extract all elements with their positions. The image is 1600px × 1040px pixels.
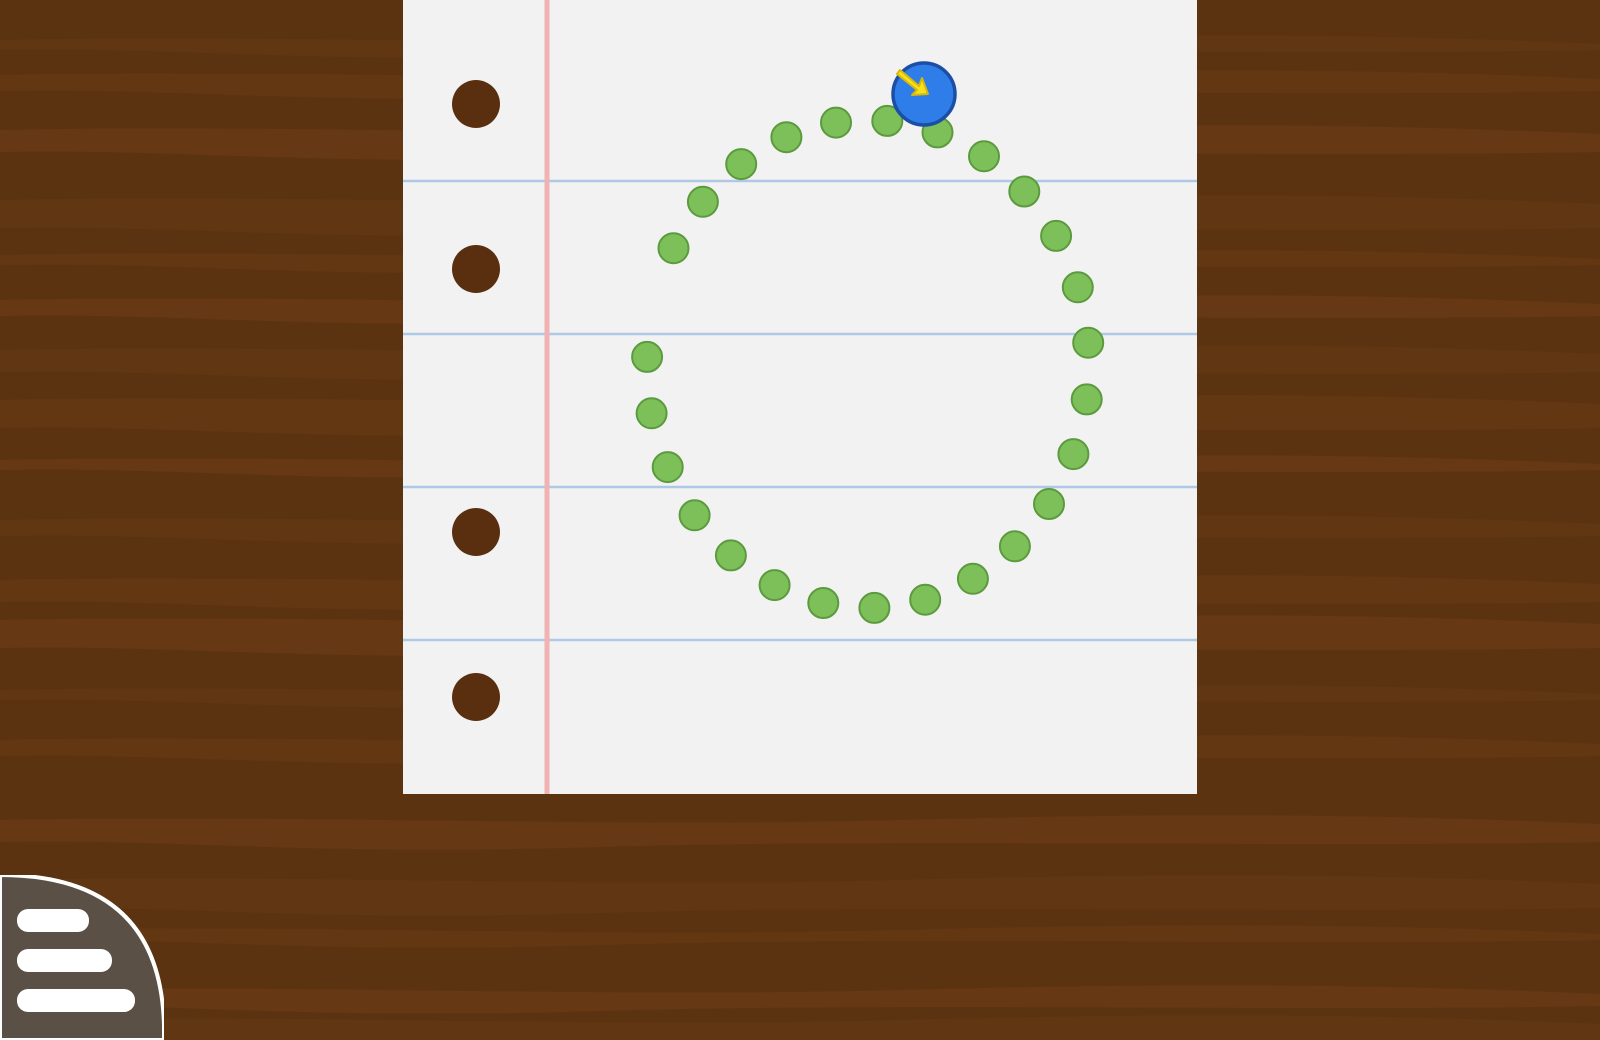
trace-dot[interactable] [1057, 438, 1090, 471]
punch-hole [452, 80, 500, 128]
punch-hole [452, 508, 500, 556]
trace-dot[interactable] [635, 397, 668, 430]
trace-dot[interactable] [1040, 219, 1073, 252]
trace-dot[interactable] [956, 562, 989, 595]
trace-dot[interactable] [1070, 383, 1103, 416]
trace-dot[interactable] [714, 539, 747, 572]
trace-dot[interactable] [1008, 175, 1041, 208]
game-canvas [0, 0, 1600, 1040]
trace-dot[interactable] [686, 185, 719, 218]
trace-dot[interactable] [770, 121, 803, 154]
trace-dot[interactable] [858, 591, 891, 624]
trace-dot[interactable] [1072, 326, 1105, 359]
trace-dot[interactable] [909, 583, 942, 616]
punch-hole [452, 673, 500, 721]
trace-dot[interactable] [807, 587, 840, 619]
punch-hole [452, 245, 500, 293]
trace-dot[interactable] [758, 569, 791, 602]
trace-dot[interactable] [998, 530, 1031, 563]
menu-button[interactable] [0, 872, 166, 1040]
trace-dot[interactable] [651, 451, 684, 484]
trace-dot[interactable] [968, 140, 1000, 173]
trace-dot[interactable] [1033, 488, 1065, 520]
trace-dot[interactable] [657, 232, 690, 265]
trace-dot[interactable] [678, 499, 711, 532]
trace-dot[interactable] [1061, 271, 1094, 304]
trace-dot[interactable] [631, 340, 664, 373]
game-stage [0, 0, 1600, 1040]
start-dot[interactable] [891, 61, 957, 127]
trace-dot[interactable] [820, 106, 852, 139]
trace-dot[interactable] [725, 148, 758, 181]
